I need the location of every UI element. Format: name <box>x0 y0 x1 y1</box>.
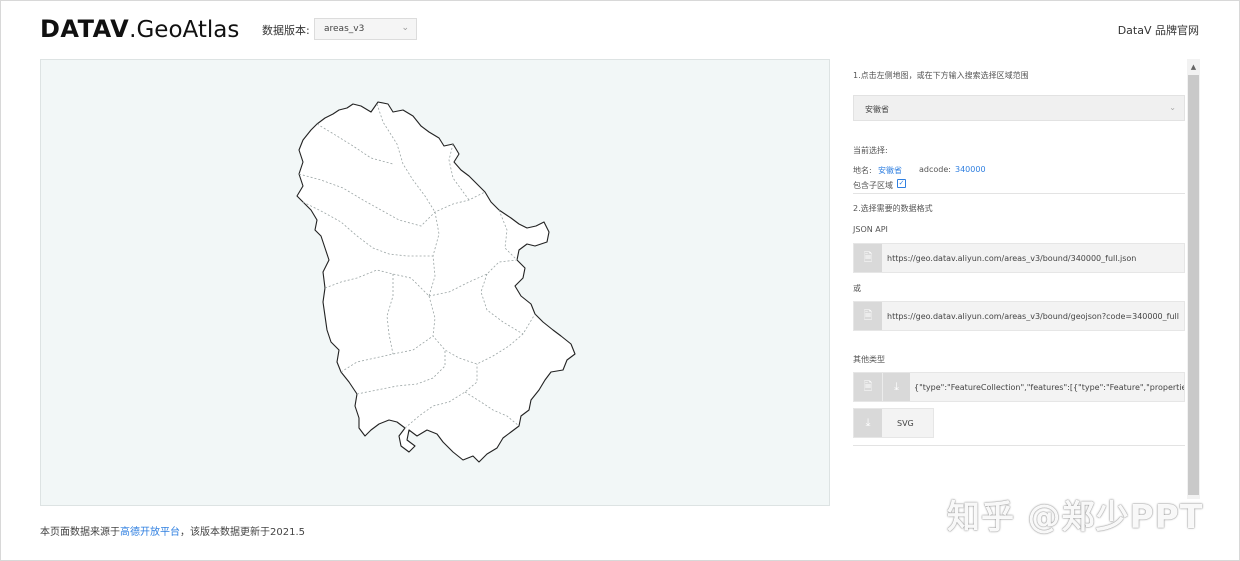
province-outline[interactable] <box>296 101 576 463</box>
copy-icon[interactable]: 🗎 <box>854 244 882 272</box>
version-select-value: areas_v3 <box>324 24 365 34</box>
json-url-row[interactable]: 🗎 https://geo.datav.aliyun.com/areas_v3/… <box>853 243 1185 273</box>
step1-instruction: 1.点击左侧地图，或在下方输入搜索选择区域范围 <box>853 71 1029 80</box>
geojson-url-text: https://geo.datav.aliyun.com/areas_v3/bo… <box>887 312 1179 321</box>
export-panel: 1.点击左侧地图，或在下方输入搜索选择区域范围 安徽省 ⌄ 当前选择: 地名: … <box>853 59 1185 499</box>
json-url-text: https://geo.datav.aliyun.com/areas_v3/bo… <box>887 254 1137 263</box>
region-select-value: 安徽省 <box>865 105 889 114</box>
region-select[interactable]: 安徽省 ⌄ <box>853 95 1185 121</box>
place-name-label: 地名: <box>853 166 872 175</box>
footer-prefix: 本页面数据来源于 <box>40 527 120 538</box>
logo-bold-text: DATAV <box>40 15 130 43</box>
adcode-value[interactable]: 340000 <box>955 165 986 174</box>
panel-scrollbar[interactable]: ▲ <box>1187 59 1200 499</box>
or-label: 或 <box>853 284 861 293</box>
amap-platform-link[interactable]: 高德开放平台 <box>120 527 180 538</box>
copy-icon[interactable]: 🗎 <box>854 373 882 401</box>
svg-download-button[interactable]: ⤓ SVG <box>853 408 934 438</box>
geojson-content-row[interactable]: 🗎 ⤓ {"type":"FeatureCollection","feature… <box>853 372 1185 402</box>
brand-site-link[interactable]: DataV 品牌官网 <box>1118 22 1199 38</box>
map-canvas[interactable] <box>40 59 830 506</box>
copy-icon[interactable]: 🗎 <box>854 302 882 330</box>
json-api-label: JSON API <box>853 225 888 234</box>
other-types-label: 其他类型 <box>853 355 885 364</box>
data-source-footer: 本页面数据来源于高德开放平台，该版本数据更新于2021.5 <box>40 523 305 538</box>
checkmark-icon: ✓ <box>898 179 905 187</box>
include-subregion-checkbox[interactable]: ✓ <box>897 179 906 188</box>
app-frame: DATAV .GeoAtlas 数据版本: areas_v3 ⌄ DataV 品牌… <box>0 0 1240 561</box>
chevron-down-icon: ⌄ <box>401 23 409 33</box>
download-icon[interactable]: ⤓ <box>882 373 910 401</box>
panel-divider <box>853 445 1185 446</box>
include-subregion-label: 包含子区域 <box>853 181 893 190</box>
footer-suffix: ，该版本数据更新于2021.5 <box>180 527 305 538</box>
zhihu-watermark: 知乎 @郑少PPT <box>947 497 1204 536</box>
geojson-url-row[interactable]: 🗎 https://geo.datav.aliyun.com/areas_v3/… <box>853 301 1185 331</box>
current-selection-label: 当前选择: <box>853 146 888 155</box>
version-label: 数据版本: <box>262 24 310 37</box>
scroll-up-arrow-icon[interactable]: ▲ <box>1187 61 1200 73</box>
adcode-label: adcode: <box>919 165 951 174</box>
datav-geoatlas-logo[interactable]: DATAV .GeoAtlas <box>40 15 239 43</box>
step2-instruction: 2.选择需要的数据格式 <box>853 204 933 213</box>
download-icon: ⤓ <box>854 409 882 437</box>
scrollbar-thumb[interactable] <box>1188 75 1199 495</box>
logo-light-text: .GeoAtlas <box>129 17 240 43</box>
version-select[interactable]: areas_v3 ⌄ <box>314 18 417 40</box>
anhui-province-map[interactable] <box>41 60 831 507</box>
place-name-value[interactable]: 安徽省 <box>878 165 902 176</box>
geojson-preview-text: {"type":"FeatureCollection","features":[… <box>914 383 1184 392</box>
chevron-down-icon: ⌄ <box>1169 103 1176 112</box>
panel-divider <box>853 193 1185 194</box>
svg-label: SVG <box>897 419 914 428</box>
